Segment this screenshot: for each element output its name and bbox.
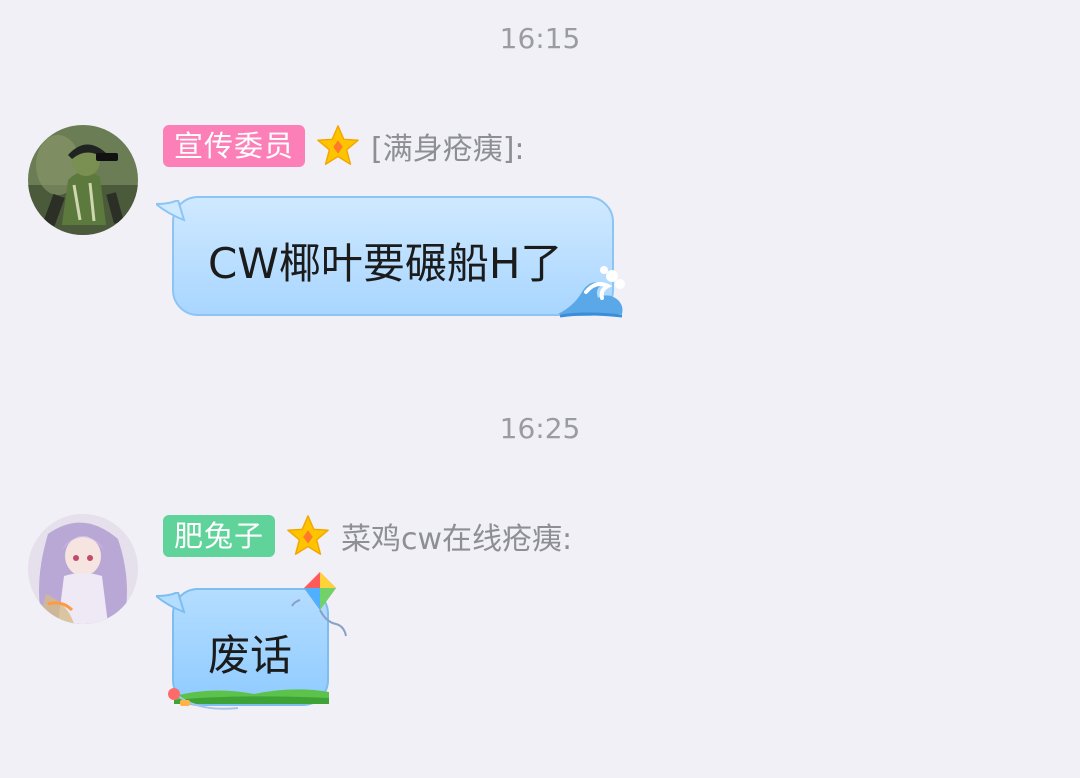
title-tag: 肥兔子 xyxy=(163,515,276,557)
timestamp: 16:25 xyxy=(499,412,581,445)
message-text: 废话 xyxy=(208,631,293,680)
title-tag: 宣传委员 xyxy=(163,125,306,167)
bubble-tail xyxy=(156,200,186,222)
avatar-green-figure-image xyxy=(28,125,138,235)
message-text: CW椰叶要碾船H了 xyxy=(208,239,563,288)
message-bubble[interactable]: CW椰叶要碾船H了 xyxy=(172,196,625,318)
sender-name: [满身疮痍]: xyxy=(371,132,525,167)
avatar-anime-girl-image xyxy=(28,514,138,624)
sender-row: 肥兔子 菜鸡cw在线疮痍: xyxy=(163,515,572,557)
avatar[interactable] xyxy=(28,125,138,235)
star-icon xyxy=(287,515,329,555)
star-icon xyxy=(317,125,359,165)
wave-icon xyxy=(558,266,625,318)
sender-row: 宣传委员 [满身疮痍]: xyxy=(163,125,525,167)
chat-area[interactable]: 16:15 宣传委员 [满身疮痍]: CW椰叶要碾船H了 16:25 肥兔子 菜… xyxy=(0,0,1080,778)
sender-name: 菜鸡cw在线疮痍: xyxy=(341,522,573,557)
avatar[interactable] xyxy=(28,514,138,624)
kite-icon xyxy=(291,572,347,637)
kite-string-icon xyxy=(168,688,239,710)
timestamp: 16:15 xyxy=(499,22,581,55)
bubble-tail xyxy=(156,592,186,614)
